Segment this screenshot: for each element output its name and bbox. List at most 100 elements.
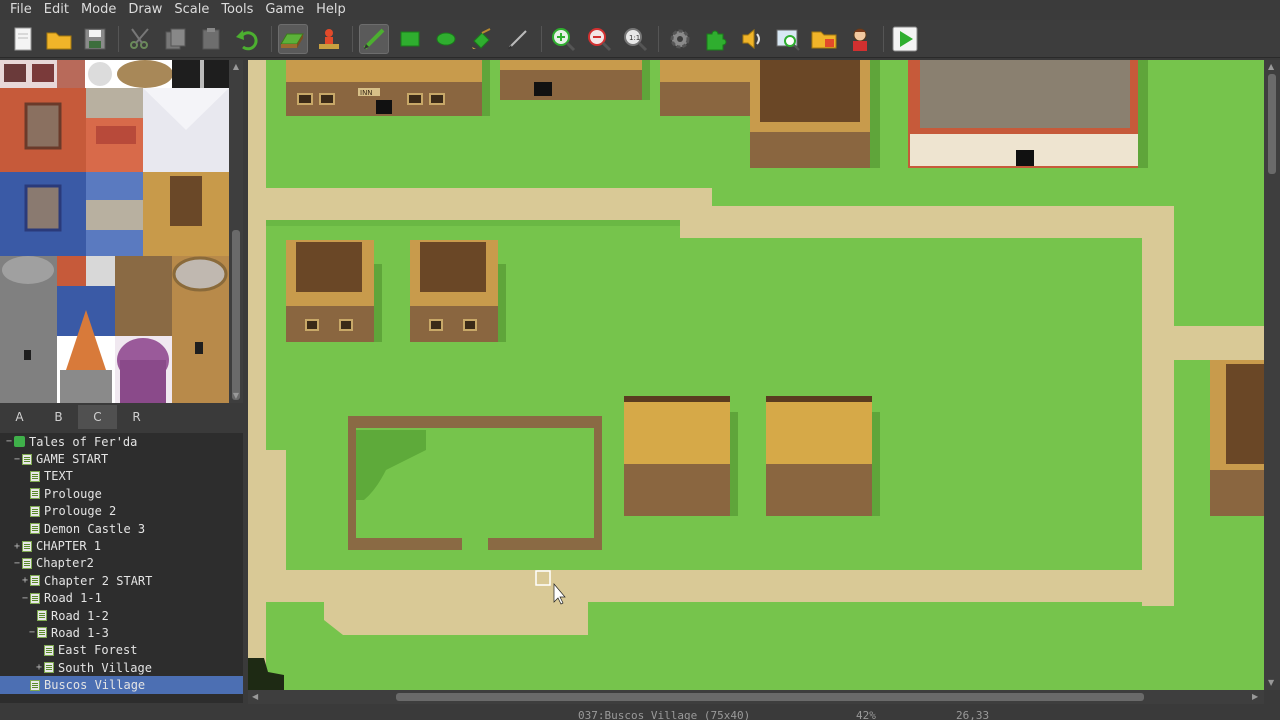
ellipse-button[interactable] xyxy=(431,24,461,54)
menu-scale[interactable]: Scale xyxy=(168,0,215,20)
svg-text:1:1: 1:1 xyxy=(629,34,640,42)
playtest-button[interactable] xyxy=(890,24,920,54)
event-mode-button[interactable] xyxy=(314,24,344,54)
collapse-icon[interactable]: − xyxy=(12,558,22,569)
map-tree-item[interactable]: − Road 1-3 xyxy=(0,624,243,641)
map-tree-item[interactable]: + Chapter 2 START xyxy=(0,572,243,589)
tab-r[interactable]: R xyxy=(117,405,156,429)
zoom-in-button[interactable] xyxy=(548,24,578,54)
expand-icon[interactable]: + xyxy=(34,662,44,673)
menu-mode[interactable]: Mode xyxy=(75,0,122,20)
folder-icon xyxy=(46,32,72,49)
expand-icon[interactable]: + xyxy=(20,575,30,586)
menu-edit[interactable]: Edit xyxy=(38,0,75,20)
character-generator-button[interactable] xyxy=(845,24,875,54)
map-mode-button[interactable] xyxy=(278,23,308,54)
map-icon xyxy=(22,557,32,569)
tileset-scroll-thumb[interactable] xyxy=(232,230,240,400)
zoom-out-button[interactable] xyxy=(584,24,614,54)
map-canvas[interactable]: INN xyxy=(248,60,1264,690)
map-icon xyxy=(30,488,40,500)
map-tree-item[interactable]: − Road 1-1 xyxy=(0,590,243,607)
sound-test-button[interactable] xyxy=(737,24,767,54)
map-vscroll-thumb[interactable] xyxy=(1268,74,1276,174)
copy-icon xyxy=(165,28,186,49)
map-icon xyxy=(30,592,40,604)
paste-button[interactable] xyxy=(197,24,227,54)
rectangle-button[interactable] xyxy=(395,24,425,54)
tab-a[interactable]: A xyxy=(0,405,39,429)
pencil-icon xyxy=(363,28,385,49)
menu-file[interactable]: File xyxy=(4,0,38,20)
new-file-icon xyxy=(14,27,32,50)
map-tree-item[interactable]: + CHAPTER 1 xyxy=(0,537,243,554)
map-tree-item[interactable]: − GAME START xyxy=(0,450,243,467)
zoom-in-icon xyxy=(552,27,576,51)
resource-manager-button[interactable] xyxy=(809,24,839,54)
play-icon xyxy=(892,26,918,51)
map-vertical-scrollbar[interactable]: ▲ ▼ xyxy=(1264,60,1280,690)
scroll-up-arrow-icon[interactable]: ▲ xyxy=(1268,62,1274,71)
map-horizontal-scrollbar[interactable]: ◀ ▶ xyxy=(248,690,1264,704)
scroll-right-arrow-icon[interactable]: ▶ xyxy=(1252,692,1258,701)
pencil-button[interactable] xyxy=(359,23,389,54)
tab-b[interactable]: B xyxy=(39,405,78,429)
map-layer-icon xyxy=(280,33,304,48)
ellipse-icon xyxy=(436,32,456,45)
map-tree-item[interactable]: + South Village xyxy=(0,659,243,676)
map-tree-item[interactable]: − Chapter2 xyxy=(0,555,243,572)
tileset-palette[interactable] xyxy=(0,60,229,403)
menu-draw[interactable]: Draw xyxy=(122,0,168,20)
map-tree-label: Road 1-2 xyxy=(51,608,109,623)
collapse-icon[interactable]: − xyxy=(12,454,22,465)
tileset-tabs: A B C R xyxy=(0,405,243,429)
map-tree-label: Chapter2 xyxy=(36,556,94,571)
scroll-left-arrow-icon[interactable]: ◀ xyxy=(252,692,258,701)
cut-button[interactable] xyxy=(125,24,155,54)
scissors-icon xyxy=(130,27,149,49)
map-tree-item[interactable]: Road 1-2 xyxy=(0,607,243,624)
save-project-button[interactable] xyxy=(80,24,110,54)
new-project-button[interactable] xyxy=(8,24,38,54)
map-icon xyxy=(30,470,40,482)
status-bar: 037:Buscos Village (75x40) 42% 26,33 xyxy=(0,704,1280,720)
collapse-icon[interactable]: − xyxy=(4,436,14,447)
map-tree-label: Prolouge 2 xyxy=(44,504,117,519)
map-tree-item[interactable]: − Tales of Fer'da xyxy=(0,433,243,450)
map-tree: − Tales of Fer'da − GAME START TEXT Prolouge P… xyxy=(0,433,243,703)
database-button[interactable] xyxy=(665,24,695,54)
collapse-icon[interactable]: − xyxy=(20,593,30,604)
menubar: File Edit Mode Draw Scale Tools Game Hel… xyxy=(0,0,1280,20)
tileset-scrollbar[interactable]: ▲ ▼ xyxy=(229,60,243,403)
shadow-pen-button[interactable] xyxy=(503,24,533,54)
fill-button[interactable] xyxy=(467,24,497,54)
expand-icon[interactable]: + xyxy=(12,541,22,552)
scroll-down-arrow-icon[interactable]: ▼ xyxy=(1268,678,1274,687)
collapse-icon[interactable]: − xyxy=(27,627,37,638)
event-searcher-button[interactable] xyxy=(773,24,803,54)
map-tree-item[interactable]: East Forest xyxy=(0,642,243,659)
toolbar-separator xyxy=(883,25,884,52)
tab-c[interactable]: C xyxy=(78,405,117,429)
map-tree-item[interactable]: Demon Castle 3 xyxy=(0,520,243,537)
menu-help[interactable]: Help xyxy=(310,0,352,20)
map-tree-label: GAME START xyxy=(36,452,109,467)
menu-tools[interactable]: Tools xyxy=(215,0,259,20)
menu-game[interactable]: Game xyxy=(259,0,310,20)
map-tree-item[interactable]: Prolouge 2 xyxy=(0,503,243,520)
map-tree-item[interactable]: TEXT xyxy=(0,468,243,485)
zoom-actual-button[interactable]: 1:1 xyxy=(620,24,650,54)
map-hscroll-thumb[interactable] xyxy=(396,693,1144,701)
map-icon xyxy=(22,453,32,465)
scroll-down-arrow-icon[interactable]: ▼ xyxy=(231,391,241,401)
map-tree-item-selected[interactable]: Buscos Village xyxy=(0,676,243,694)
copy-button[interactable] xyxy=(161,24,191,54)
toolbar-separator xyxy=(271,25,272,52)
map-tree-item[interactable]: Prolouge xyxy=(0,485,243,502)
resource-folder-icon xyxy=(811,31,837,48)
scroll-up-arrow-icon[interactable]: ▲ xyxy=(231,62,241,72)
open-project-button[interactable] xyxy=(44,24,74,54)
undo-button[interactable] xyxy=(233,24,263,54)
puzzle-icon xyxy=(706,30,727,50)
plugin-manager-button[interactable] xyxy=(701,24,731,54)
